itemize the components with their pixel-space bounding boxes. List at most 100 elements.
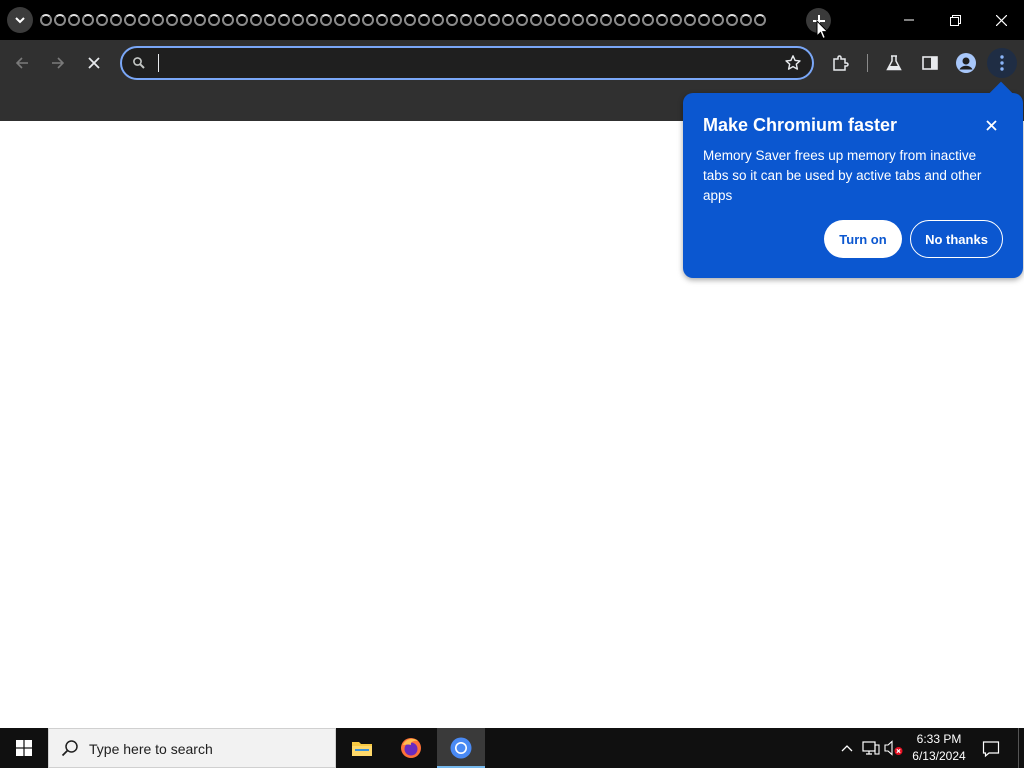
taskbar-clock[interactable]: 6:33 PM 6/13/2024 [906, 731, 972, 765]
loading-spinner-icon [754, 14, 766, 26]
browser-tab[interactable] [333, 11, 347, 29]
browser-tab[interactable] [445, 11, 459, 29]
browser-tab[interactable] [417, 11, 431, 29]
taskbar-app-file-explorer[interactable] [338, 728, 386, 768]
browser-tab[interactable] [305, 11, 319, 29]
loading-spinner-icon [530, 14, 542, 26]
loading-spinner-icon [82, 14, 94, 26]
stop-loading-button[interactable] [79, 48, 109, 78]
browser-tab[interactable] [123, 11, 137, 29]
restore-button[interactable] [932, 0, 978, 40]
browser-tab[interactable] [669, 11, 683, 29]
browser-tab[interactable] [683, 11, 697, 29]
volume-tray-button[interactable] [884, 738, 904, 758]
browser-tab[interactable] [403, 11, 417, 29]
star-icon[interactable] [784, 54, 802, 72]
action-center-button[interactable] [980, 738, 1002, 760]
browser-tab[interactable] [431, 11, 445, 29]
browser-tab[interactable] [641, 11, 655, 29]
browser-tab[interactable] [81, 11, 95, 29]
search-icon [133, 57, 145, 69]
browser-tab[interactable] [599, 11, 613, 29]
browser-tab[interactable] [739, 11, 753, 29]
menu-button[interactable] [987, 48, 1017, 78]
browser-tab[interactable] [501, 11, 515, 29]
browser-tab[interactable] [389, 11, 403, 29]
arrow-left-icon [15, 57, 28, 69]
browser-tab[interactable] [459, 11, 473, 29]
browser-tab[interactable] [711, 11, 725, 29]
loading-spinner-icon [334, 14, 346, 26]
browser-tab[interactable] [697, 11, 711, 29]
stop-x-icon [88, 57, 100, 69]
browser-tab[interactable] [487, 11, 501, 29]
browser-tab[interactable] [585, 11, 599, 29]
browser-tab[interactable] [473, 11, 487, 29]
browser-tab[interactable] [53, 11, 67, 29]
loading-spinner-icon [54, 14, 66, 26]
browser-tab[interactable] [235, 11, 249, 29]
browser-tab[interactable] [361, 11, 375, 29]
browser-tab[interactable] [529, 11, 543, 29]
browser-tab[interactable] [95, 11, 109, 29]
forward-button[interactable] [43, 48, 73, 78]
browser-tab[interactable] [557, 11, 571, 29]
browser-tab[interactable] [67, 11, 81, 29]
browser-tab[interactable] [515, 11, 529, 29]
loading-spinner-icon [96, 14, 108, 26]
address-bar[interactable] [120, 46, 814, 80]
browser-tab[interactable] [375, 11, 389, 29]
browser-tab[interactable] [543, 11, 557, 29]
start-button[interactable] [0, 728, 48, 768]
browser-tab[interactable] [165, 11, 179, 29]
browser-tab[interactable] [627, 11, 641, 29]
memory-saver-bubble: Make Chromium faster Memory Saver frees … [683, 81, 1023, 278]
browser-tab[interactable] [277, 11, 291, 29]
loading-spinner-icon [264, 14, 276, 26]
back-button[interactable] [7, 48, 37, 78]
browser-tab[interactable] [207, 11, 221, 29]
loading-spinner-icon [418, 14, 430, 26]
minimize-button[interactable] [886, 0, 932, 40]
no-thanks-button[interactable]: No thanks [910, 220, 1003, 258]
browser-tab[interactable] [571, 11, 585, 29]
browser-tab[interactable] [263, 11, 277, 29]
restore-icon [949, 14, 961, 26]
browser-tab[interactable] [249, 11, 263, 29]
browser-tab[interactable] [753, 11, 767, 29]
taskbar-search-placeholder: Type here to search [89, 741, 213, 757]
profile-button[interactable] [951, 48, 981, 78]
bubble-close-button[interactable] [979, 113, 1003, 137]
taskbar-search-box[interactable]: Type here to search [48, 728, 336, 768]
turn-on-button[interactable]: Turn on [824, 220, 902, 258]
browser-tab[interactable] [291, 11, 305, 29]
browser-tab[interactable] [39, 11, 53, 29]
side-panel-button[interactable] [915, 48, 945, 78]
loading-spinner-icon [460, 14, 472, 26]
show-hidden-icons-button[interactable] [837, 738, 857, 758]
browser-tab[interactable] [319, 11, 333, 29]
show-desktop-button[interactable] [1018, 728, 1024, 768]
browser-tab[interactable] [151, 11, 165, 29]
browser-tab[interactable] [221, 11, 235, 29]
browser-tab[interactable] [725, 11, 739, 29]
loading-spinner-icon [712, 14, 724, 26]
browser-tab[interactable] [347, 11, 361, 29]
browser-tab[interactable] [613, 11, 627, 29]
browser-tab[interactable] [137, 11, 151, 29]
volume-muted-icon [884, 740, 903, 756]
browser-tab[interactable] [193, 11, 207, 29]
loading-spinner-icon [292, 14, 304, 26]
tab-search-button[interactable] [7, 7, 33, 33]
network-tray-button[interactable] [861, 738, 881, 758]
browser-tab[interactable] [179, 11, 193, 29]
taskbar-app-firefox[interactable] [387, 728, 435, 768]
close-window-button[interactable] [978, 0, 1024, 40]
address-input[interactable] [156, 53, 756, 73]
avatar-icon [956, 53, 976, 73]
browser-tab[interactable] [655, 11, 669, 29]
extensions-button[interactable] [825, 48, 855, 78]
taskbar-app-chromium[interactable] [437, 728, 485, 768]
browser-tab[interactable] [109, 11, 123, 29]
labs-button[interactable] [879, 48, 909, 78]
